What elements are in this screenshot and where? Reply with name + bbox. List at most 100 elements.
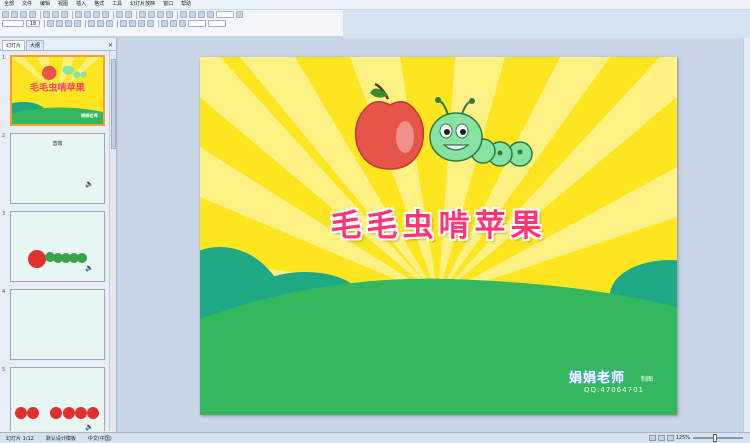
save-icon[interactable] — [20, 11, 27, 18]
menu-insert[interactable]: 插入 — [72, 0, 90, 9]
show-formatting-icon[interactable] — [189, 11, 196, 18]
spelling-icon[interactable] — [61, 11, 68, 18]
new-slide-button[interactable] — [208, 20, 226, 27]
slideshow-icon[interactable] — [666, 435, 674, 441]
design-template: 默认设计模板 — [45, 435, 76, 442]
toolbar-separator — [117, 19, 118, 28]
permission-icon[interactable] — [29, 11, 36, 18]
italic-icon[interactable] — [56, 20, 63, 27]
zoom-select[interactable] — [216, 11, 234, 18]
font-size-select[interactable]: 18 — [26, 20, 40, 27]
slide-5-preview — [15, 407, 99, 419]
slide-thumbnail-5[interactable]: 🔈 — [10, 367, 105, 431]
cut-icon[interactable] — [75, 11, 82, 18]
new-icon[interactable] — [2, 11, 9, 18]
slide-position: 幻灯片 1/12 — [6, 435, 34, 442]
color-grayscale-icon[interactable] — [207, 11, 214, 18]
design-button[interactable] — [188, 20, 206, 27]
status-bar: 幻灯片 1/12 默认设计模板 中文(中国) 125% — [0, 432, 750, 443]
slide-number: 5 — [2, 367, 6, 373]
bold-icon[interactable] — [47, 20, 54, 27]
zoom-slider-knob[interactable] — [713, 434, 717, 442]
menu-window[interactable]: 窗口 — [159, 0, 177, 9]
slide-number: 4 — [2, 289, 6, 295]
redo-icon[interactable] — [125, 11, 132, 18]
paste-icon[interactable] — [93, 11, 100, 18]
increase-indent-icon[interactable] — [170, 20, 177, 27]
print-icon[interactable] — [43, 11, 50, 18]
zoom-slider[interactable] — [693, 434, 743, 442]
shadow-icon[interactable] — [74, 20, 81, 27]
align-right-icon[interactable] — [106, 20, 113, 27]
slide-1-thumb-logo: 娟娟老师 — [81, 112, 98, 118]
copy-icon[interactable] — [84, 11, 91, 18]
grid-icon[interactable] — [198, 11, 205, 18]
slide-1-preview: 毛毛虫啃苹果 娟娟老师 — [12, 57, 103, 124]
format-painter-icon[interactable] — [102, 11, 109, 18]
panel-tabs: 幻灯片 大纲 × — [0, 38, 116, 51]
slide-number: 1 — [2, 55, 6, 61]
numbering-icon[interactable] — [120, 20, 127, 27]
slide-thumbnail-1[interactable]: 毛毛虫啃苹果 娟娟老师 — [10, 55, 105, 126]
toolbar-separator — [40, 10, 41, 19]
close-icon[interactable]: × — [108, 42, 113, 50]
menu-edit[interactable]: 编辑 — [36, 0, 54, 9]
align-left-icon[interactable] — [88, 20, 95, 27]
qq-number: QQ:47064701 — [584, 386, 645, 394]
expand-all-icon[interactable] — [180, 11, 187, 18]
menu-all[interactable]: 全部 — [0, 0, 18, 9]
menu-view[interactable]: 视图 — [54, 0, 72, 9]
slide-thumbnail-2[interactable]: 音效 🔈 — [10, 133, 105, 204]
slide-number: 2 — [2, 133, 6, 139]
toolbar-separator — [158, 19, 159, 28]
menu-bar: 全部 文件 编辑 视图 插入 格式 工具 幻灯片放映 窗口 帮助 — [0, 0, 750, 10]
decrease-font-icon[interactable] — [147, 20, 154, 27]
table-icon[interactable] — [148, 11, 155, 18]
drawing-toolbar — [0, 28, 343, 37]
tab-outline[interactable]: 大纲 — [26, 40, 45, 50]
menu-file[interactable]: 文件 — [18, 0, 36, 9]
preview-icon[interactable] — [52, 11, 59, 18]
slide-thumbnail-4[interactable] — [10, 289, 105, 360]
speaker-icon: 🔈 — [85, 423, 94, 431]
open-icon[interactable] — [11, 11, 18, 18]
current-slide[interactable]: 毛毛虫啃苹果 娟娟老师 制图 QQ:47064701 — [200, 57, 677, 415]
decrease-indent-icon[interactable] — [161, 20, 168, 27]
brand-subtitle: 制图 — [641, 376, 654, 383]
new-slide-icon[interactable] — [166, 11, 173, 18]
chart-icon[interactable] — [139, 11, 146, 18]
canvas-scrollbar[interactable] — [743, 38, 750, 432]
brand-logo: 娟娟老师 — [569, 371, 626, 386]
slide-thumbnail-3[interactable]: 🔈 — [10, 211, 105, 282]
zoom-controls: 125% — [648, 434, 750, 442]
normal-view-icon[interactable] — [648, 435, 656, 441]
toolbar-separator — [72, 10, 73, 19]
align-center-icon[interactable] — [97, 20, 104, 27]
menu-tools[interactable]: 工具 — [108, 0, 126, 9]
tables-borders-icon[interactable] — [157, 11, 164, 18]
font-select[interactable] — [2, 20, 24, 27]
font-color-icon[interactable] — [179, 20, 186, 27]
speaker-icon: 🔈 — [85, 180, 94, 188]
zoom-level: 125% — [675, 435, 690, 441]
grass — [200, 278, 677, 415]
toolbar-separator — [44, 19, 45, 28]
slide-sorter-icon[interactable] — [657, 435, 665, 441]
speaker-icon: 🔈 — [85, 264, 94, 272]
underline-icon[interactable] — [65, 20, 72, 27]
menu-format[interactable]: 格式 — [90, 0, 108, 9]
slide-canvas: 毛毛虫啃苹果 娟娟老师 制图 QQ:47064701 — [118, 38, 750, 432]
slide-number: 3 — [2, 211, 6, 217]
panel-scrollbar[interactable] — [109, 51, 116, 431]
help-icon[interactable] — [236, 11, 243, 18]
standard-toolbar — [0, 10, 343, 19]
slide-title[interactable]: 毛毛虫啃苹果 — [200, 200, 677, 245]
undo-icon[interactable] — [116, 11, 123, 18]
toolbar-separator — [113, 10, 114, 19]
menu-help[interactable]: 帮助 — [177, 0, 195, 9]
bullets-icon[interactable] — [129, 20, 136, 27]
tab-slides[interactable]: 幻灯片 — [2, 40, 26, 50]
panel-scroll-thumb[interactable] — [111, 59, 116, 149]
increase-font-icon[interactable] — [138, 20, 145, 27]
menu-slideshow[interactable]: 幻灯片放映 — [126, 0, 159, 9]
